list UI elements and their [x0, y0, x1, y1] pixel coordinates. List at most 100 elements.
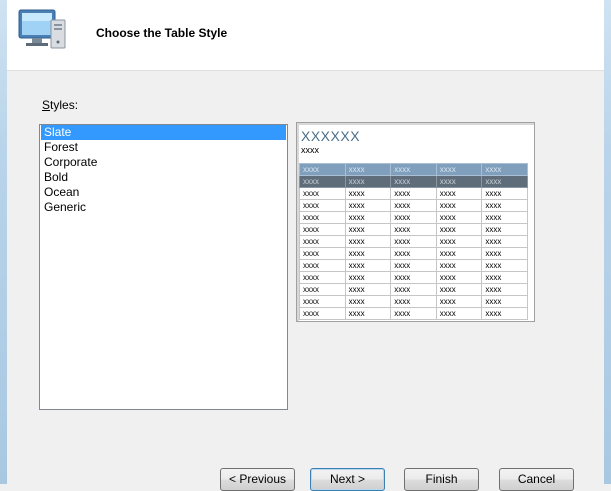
preview-table-cell: xxxx — [435, 223, 483, 236]
preview-table-row: xxxx xxxx xxxx xxxx xxxx — [299, 187, 528, 200]
preview-table-cell: xxxx — [299, 211, 346, 224]
preview-table-cell: xxxx — [481, 259, 528, 272]
preview-table-row: xxxx xxxx xxxx xxxx xxxx — [299, 223, 528, 236]
preview-table-cell: xxxx — [299, 223, 346, 236]
preview-table-cell: xxxx — [344, 283, 392, 296]
preview-table-cell: xxxx — [390, 259, 437, 272]
preview-table-cell: xxxx — [390, 295, 437, 308]
preview-subtitle: xxxx — [301, 145, 319, 155]
preview-table-cell: xxxx — [390, 223, 437, 236]
preview-table-cell: xxxx — [299, 163, 346, 176]
styles-label: Styles: — [42, 98, 78, 112]
preview-table-cell: xxxx — [390, 247, 437, 260]
page-title: Choose the Table Style — [96, 26, 228, 40]
window-frame-left — [0, 0, 7, 484]
preview-table-cell: xxxx — [390, 163, 437, 176]
table-style-preview: XXXXXX xxxx xxxx xxxx xxxx xxxx xxxx xxxx xxxx… — [296, 122, 535, 322]
styles-listbox[interactable]: Slate Forest Corporate Bold Ocean Generic — [39, 124, 288, 410]
preview-table-cell: xxxx — [481, 175, 528, 188]
preview-table-cell: xxxx — [481, 247, 528, 260]
preview-table-cell: xxxx — [344, 271, 392, 284]
preview-table-row: xxxx xxxx xxxx xxxx xxxx — [299, 283, 528, 296]
preview-table-cell: xxxx — [390, 199, 437, 212]
preview-table-cell: xxxx — [344, 295, 392, 308]
preview-table-cell: xxxx — [299, 307, 346, 320]
preview-table-cell: xxxx — [390, 235, 437, 248]
preview-table-cell: xxxx — [299, 199, 346, 212]
next-button[interactable]: Next > — [310, 468, 385, 491]
preview-table-row: xxxx xxxx xxxx xxxx xxxx — [299, 259, 528, 272]
preview-table-row: xxxx xxxx xxxx xxxx xxxx — [299, 307, 528, 320]
finish-button[interactable]: Finish — [404, 468, 479, 491]
preview-table-cell: xxxx — [390, 307, 437, 320]
preview-table-cell: xxxx — [481, 163, 528, 176]
preview-table-cell: xxxx — [299, 247, 346, 260]
preview-table-cell: xxxx — [481, 307, 528, 320]
preview-table-row: xxxx xxxx xxxx xxxx xxxx — [299, 175, 528, 188]
preview-table-cell: xxxx — [344, 163, 392, 176]
preview-table-cell: xxxx — [435, 163, 483, 176]
preview-table-cell: xxxx — [299, 259, 346, 272]
preview-table-cell: xxxx — [435, 235, 483, 248]
preview-table-cell: xxxx — [390, 211, 437, 224]
styles-label-rest: tyles: — [50, 98, 79, 112]
preview-table-cell: xxxx — [435, 259, 483, 272]
previous-button[interactable]: < Previous — [220, 468, 295, 491]
style-list-item[interactable]: Generic — [41, 200, 286, 215]
preview-table-cell: xxxx — [344, 307, 392, 320]
preview-table-cell: xxxx — [344, 211, 392, 224]
style-list-item[interactable]: Corporate — [41, 155, 286, 170]
preview-table-cell: xxxx — [390, 187, 437, 200]
preview-table: xxxx xxxx xxxx xxxx xxxx xxxx xxxx xxxx xxxx xxxx… — [299, 163, 528, 320]
style-list-item[interactable]: Bold — [41, 170, 286, 185]
wizard-content: Styles: Slate Forest Corporate Bold Ocean Gen… — [7, 71, 604, 491]
preview-table-cell: xxxx — [299, 187, 346, 200]
preview-table-cell: xxxx — [435, 295, 483, 308]
preview-table-cell: xxxx — [299, 295, 346, 308]
preview-table-row: xxxx xxxx xxxx xxxx xxxx — [299, 295, 528, 308]
preview-table-row: xxxx xxxx xxxx xxxx xxxx — [299, 211, 528, 224]
preview-table-row: xxxx xxxx xxxx xxxx xxxx — [299, 247, 528, 260]
preview-table-cell: xxxx — [344, 259, 392, 272]
preview-table-cell: xxxx — [344, 187, 392, 200]
preview-table-cell: xxxx — [435, 199, 483, 212]
computer-icon — [18, 9, 66, 49]
preview-table-cell: xxxx — [299, 235, 346, 248]
preview-table-cell: xxxx — [481, 235, 528, 248]
styles-label-accesskey: S — [42, 98, 51, 112]
style-list-item[interactable]: Ocean — [41, 185, 286, 200]
preview-table-row: xxxx xxxx xxxx xxxx xxxx — [299, 199, 528, 212]
preview-table-cell: xxxx — [299, 283, 346, 296]
preview-table-cell: xxxx — [481, 187, 528, 200]
preview-table-cell: xxxx — [481, 199, 528, 212]
preview-table-cell: xxxx — [390, 175, 437, 188]
preview-table-cell: xxxx — [435, 175, 483, 188]
preview-table-cell: xxxx — [390, 271, 437, 284]
preview-table-cell: xxxx — [481, 271, 528, 284]
style-list-item[interactable]: Forest — [41, 140, 286, 155]
preview-table-row: xxxx xxxx xxxx xxxx xxxx — [299, 235, 528, 248]
style-list-item[interactable]: Slate — [41, 125, 286, 140]
cancel-button[interactable]: Cancel — [499, 468, 574, 491]
preview-table-cell: xxxx — [435, 247, 483, 260]
preview-table-cell: xxxx — [344, 223, 392, 236]
preview-table-cell: xxxx — [435, 271, 483, 284]
preview-table-cell: xxxx — [344, 235, 392, 248]
preview-table-cell: xxxx — [481, 223, 528, 236]
window-frame-right — [604, 0, 611, 484]
preview-table-cell: xxxx — [435, 187, 483, 200]
preview-table-cell: xxxx — [481, 283, 528, 296]
preview-table-cell: xxxx — [299, 175, 346, 188]
preview-table-cell: xxxx — [435, 307, 483, 320]
preview-table-cell: xxxx — [299, 271, 346, 284]
preview-table-cell: xxxx — [481, 295, 528, 308]
preview-table-row: xxxx xxxx xxxx xxxx xxxx — [299, 271, 528, 284]
preview-table-cell: xxxx — [435, 283, 483, 296]
preview-table-cell: xxxx — [390, 283, 437, 296]
preview-title: XXXXXX — [301, 128, 361, 144]
preview-table-cell: xxxx — [435, 211, 483, 224]
preview-table-cell: xxxx — [344, 199, 392, 212]
preview-table-cell: xxxx — [344, 175, 392, 188]
wizard-header: Choose the Table Style — [7, 0, 604, 71]
preview-table-row: xxxx xxxx xxxx xxxx xxxx — [299, 163, 528, 176]
